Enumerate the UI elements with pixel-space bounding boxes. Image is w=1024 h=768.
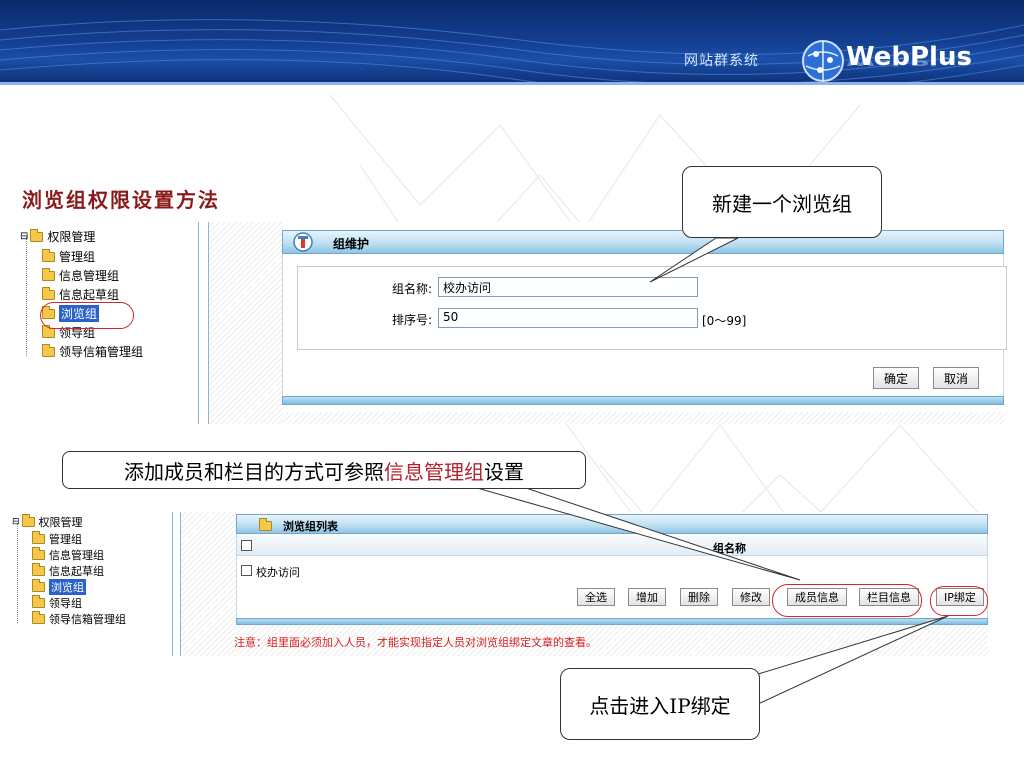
list-panel-header: 浏览组列表: [236, 514, 988, 534]
select-all-checkbox[interactable]: [241, 540, 252, 551]
webplus-globe-icon: [802, 40, 844, 82]
folder-icon: [42, 286, 55, 300]
maintenance-icon: [293, 232, 313, 252]
tree-divider: [198, 222, 199, 424]
callout-ip-bind: 点击进入IP绑定: [560, 668, 760, 740]
add-button[interactable]: 增加: [628, 588, 666, 606]
panel-footer: [282, 396, 1004, 405]
panel-header: 组维护: [282, 230, 1004, 254]
tree-item-label-selected: 浏览组: [49, 579, 86, 595]
highlight-member-column-ring: [772, 584, 922, 617]
delete-button[interactable]: 删除: [680, 588, 718, 606]
ok-button[interactable]: 确定: [873, 367, 919, 389]
tree-item-browse-group[interactable]: 浏览组: [32, 579, 86, 595]
highlight-ip-bind-ring: [930, 586, 988, 616]
tree-item-info-admin-group[interactable]: 信息管理组: [32, 547, 104, 563]
callout-new-group-text: 新建一个浏览组: [712, 191, 852, 216]
folder-icon: [32, 611, 45, 624]
callout-add-members-text-post: 设置: [484, 459, 524, 484]
folder-icon: [42, 343, 55, 357]
group-name-input[interactable]: 校办访问: [438, 277, 698, 297]
folder-icon: [30, 228, 44, 242]
hatched-gutter: [209, 222, 283, 424]
header-banner: 网站群系统 WebPlus WebPlus: [0, 0, 1024, 85]
folder-icon: [259, 518, 272, 531]
folder-icon: [21, 514, 35, 527]
tree-item-draft-group[interactable]: 信息起草组: [42, 286, 119, 303]
order-range-hint: [0～99]: [702, 314, 747, 328]
callout-add-members-highlight: 信息管理组: [384, 459, 484, 484]
tree-root-label: 权限管理: [47, 230, 96, 244]
tree-item-label: 领导信箱管理组: [49, 613, 126, 626]
slide-title: 浏览组权限设置方法: [22, 188, 220, 212]
panel-body: 组名称: 校办访问 排序号: 50 [0～99] 确定 取消: [282, 254, 1007, 396]
tree-item-info-admin-group[interactable]: 信息管理组: [42, 267, 119, 284]
folder-icon: [42, 324, 55, 338]
group-name-label: 组名称:: [391, 282, 432, 296]
tree-item-label: 信息管理组: [49, 549, 104, 562]
folder-icon: [32, 547, 45, 560]
order-input[interactable]: 50: [438, 308, 698, 328]
folder-icon: [32, 563, 45, 576]
hatched-gutter: [181, 512, 236, 656]
folder-icon: [42, 267, 55, 281]
folder-icon: [32, 531, 45, 544]
cancel-button[interactable]: 取消: [933, 367, 979, 389]
tree-item-label: 领导信箱管理组: [59, 345, 144, 359]
list-panel-footer: [236, 618, 988, 625]
column-header-group-name: 组名称: [713, 542, 746, 555]
tree-item-label: 信息管理组: [59, 269, 120, 283]
callout-add-members: 添加成员和栏目的方式可参照 信息管理组 设置: [62, 451, 586, 489]
callout-new-group: 新建一个浏览组: [682, 166, 882, 238]
order-label: 排序号:: [391, 313, 432, 327]
edit-button[interactable]: 修改: [732, 588, 770, 606]
collapse-icon: ⊟: [12, 517, 20, 527]
tree-root[interactable]: ⊟ 权限管理: [20, 228, 95, 245]
tree-item-admin-group[interactable]: 管理组: [32, 531, 82, 547]
panel-title: 组维护: [333, 237, 370, 251]
tree-item-admin-group[interactable]: 管理组: [42, 248, 95, 265]
tree-item-leader-mailbox-group[interactable]: 领导信箱管理组: [42, 343, 143, 360]
callout-ip-bind-text: 点击进入IP绑定: [589, 693, 731, 718]
row-group-name: 校办访问: [256, 566, 300, 579]
list-panel-title: 浏览组列表: [283, 520, 338, 533]
select-all-button[interactable]: 全选: [577, 588, 615, 606]
form-box: 组名称: 校办访问 排序号: 50 [0～99]: [297, 266, 1007, 350]
banner-subtitle: 网站群系统: [684, 53, 759, 69]
tree-item-label: 信息起草组: [59, 288, 120, 302]
hatched-gutter: [283, 412, 1004, 424]
tree-item-label: 管理组: [49, 533, 82, 546]
callout-add-members-text-pre: 添加成员和栏目的方式可参照: [124, 459, 384, 484]
tree-item-label: 信息起草组: [49, 565, 104, 578]
tree-item-draft-group[interactable]: 信息起草组: [32, 563, 104, 579]
usage-note: 注意：组里面必须加入人员，才能实现指定人员对浏览组绑定文章的查看。: [234, 636, 597, 649]
highlight-browse-group-ring: [40, 302, 134, 329]
permission-tree: ⊟ 权限管理 管理组 信息管理组 信息起草组 浏览组 领导组 领导信箱管理组: [12, 512, 172, 656]
tree-divider: [172, 512, 173, 656]
folder-icon: [32, 579, 45, 592]
folder-icon: [42, 248, 55, 262]
folder-icon: [32, 595, 45, 608]
webplus-logo-reflection: WebPlus: [846, 54, 972, 69]
tree-root-label: 权限管理: [38, 516, 83, 529]
table-row[interactable]: 校办访问: [237, 562, 987, 580]
list-header-row: 组名称: [237, 536, 987, 556]
tree-item-leader-mailbox-group[interactable]: 领导信箱管理组: [32, 611, 126, 627]
tree-item-label: 管理组: [59, 250, 96, 264]
tree-item-label: 领导组: [49, 597, 82, 610]
collapse-icon: ⊟: [20, 231, 29, 242]
tree-root[interactable]: ⊟ 权限管理: [12, 514, 83, 530]
tree-item-leader-group[interactable]: 领导组: [32, 595, 82, 611]
group-maintenance-screenshot: ⊟ 权限管理 管理组 信息管理组 信息起草组 浏览组 领导组 领导信箱管理组 组…: [20, 222, 1007, 424]
row-checkbox[interactable]: [241, 565, 252, 576]
